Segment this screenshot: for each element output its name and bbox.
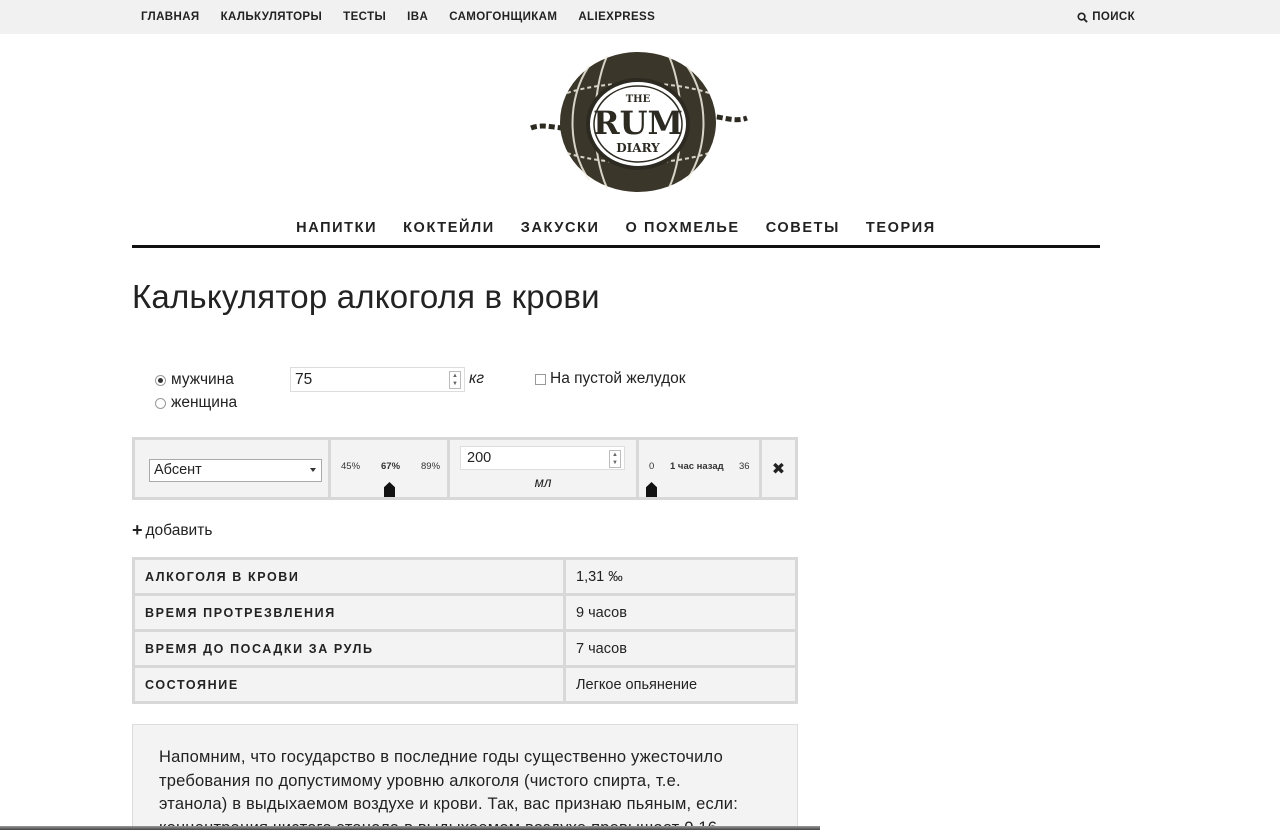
main-nav-drinks[interactable]: НАПИТКИ bbox=[296, 220, 377, 236]
main-nav: НАПИТКИ КОКТЕЙЛИ ЗАКУСКИ О ПОХМЕЛЬЕ СОВЕ… bbox=[132, 210, 1100, 248]
volume-stepper[interactable]: ▲ ▼ bbox=[609, 450, 621, 468]
site-logo[interactable]: THE RUM DIARY bbox=[527, 48, 749, 196]
table-row: ВРЕМЯ ДО ПОСАДКИ ЗА РУЛЬ 7 часов bbox=[132, 629, 798, 668]
chevron-down-icon bbox=[310, 468, 316, 472]
note-line: Напомним, что государство в последние го… bbox=[159, 748, 723, 766]
time-slider[interactable]: 0 1 час назад 36 bbox=[639, 440, 759, 497]
empty-stomach-label: На пустой желудок bbox=[550, 370, 686, 387]
main-nav-cocktails[interactable]: КОКТЕЙЛИ bbox=[403, 220, 495, 236]
search-button[interactable]: ПОИСК bbox=[1077, 0, 1135, 34]
time-tick-start: 0 bbox=[649, 461, 655, 472]
volume-input[interactable]: 200 ▲ ▼ bbox=[460, 446, 625, 470]
close-icon: ✖ bbox=[771, 460, 786, 478]
gender-female-radio[interactable] bbox=[155, 397, 166, 409]
plus-icon: + bbox=[132, 520, 143, 540]
top-nav-iba[interactable]: IBA bbox=[407, 11, 428, 23]
volume-unit: мл bbox=[534, 475, 552, 490]
time-tick-end: 36 bbox=[739, 461, 750, 472]
top-nav-calculators[interactable]: КАЛЬКУЛЯТОРЫ bbox=[221, 11, 323, 23]
remove-drink-cell: ✖ bbox=[762, 440, 795, 497]
logo-text-main: RUM bbox=[593, 104, 683, 142]
gender-female-option[interactable]: женщина bbox=[155, 394, 237, 412]
add-drink-button[interactable]: + добавить bbox=[132, 520, 212, 541]
volume-cell: 200 ▲ ▼ мл bbox=[450, 440, 636, 497]
table-row: СОСТОЯНИЕ Легкое опьянение bbox=[132, 665, 798, 704]
result-value: 1,31 ‰ bbox=[563, 557, 798, 596]
main-nav-hangover[interactable]: О ПОХМЕЛЬЕ bbox=[626, 220, 740, 236]
weight-stepper[interactable]: ▲ ▼ bbox=[449, 371, 461, 389]
empty-stomach-option[interactable]: На пустой желудок bbox=[535, 370, 686, 388]
table-row: ВРЕМЯ ПРОТРЕЗВЛЕНИЯ 9 часов bbox=[132, 593, 798, 632]
logo-text-bottom: DIARY bbox=[616, 141, 660, 155]
gender-male-option[interactable]: мужчина bbox=[155, 371, 234, 389]
drink-row: Абсент 45% 67% 89% 200 ▲ ▼ мл 0 1 час наз… bbox=[132, 437, 798, 500]
result-value: Легкое опьянение bbox=[563, 665, 798, 704]
top-nav: ГЛАВНАЯ КАЛЬКУЛЯТОРЫ ТЕСТЫ IBA САМОГОНЩИ… bbox=[141, 0, 676, 34]
time-tick-selected: 1 час назад bbox=[670, 461, 724, 472]
weight-value: 75 bbox=[295, 371, 313, 388]
drink-type-select[interactable]: Абсент bbox=[149, 459, 322, 482]
top-bar: ГЛАВНАЯ КАЛЬКУЛЯТОРЫ ТЕСТЫ IBA САМОГОНЩИ… bbox=[0, 0, 1280, 34]
drink-type-value: Абсент bbox=[154, 462, 202, 478]
info-note: Напомним, что государство в последние го… bbox=[132, 724, 798, 830]
result-value: 9 часов bbox=[563, 593, 798, 632]
top-nav-home[interactable]: ГЛАВНАЯ bbox=[141, 11, 200, 23]
gender-female-label: женщина bbox=[171, 394, 238, 411]
strength-tick-high: 89% bbox=[421, 461, 441, 472]
time-slider-handle[interactable] bbox=[646, 482, 657, 497]
strength-tick-selected: 67% bbox=[381, 461, 401, 472]
strength-slider-handle[interactable] bbox=[384, 482, 395, 497]
weight-unit: кг bbox=[469, 370, 484, 387]
table-row: АЛКОГОЛЯ В КРОВИ 1,31 ‰ bbox=[132, 557, 798, 596]
volume-value: 200 bbox=[467, 450, 492, 466]
strength-tick-low: 45% bbox=[341, 461, 361, 472]
top-nav-aliexpress[interactable]: ALIEXPRESS bbox=[578, 11, 655, 23]
drink-type-cell: Абсент bbox=[135, 440, 328, 497]
page-title: Калькулятор алкоголя в крови bbox=[132, 278, 600, 315]
note-line: этанола) в выдыхаемом воздухе и крови. Т… bbox=[159, 795, 738, 813]
empty-stomach-checkbox[interactable] bbox=[535, 373, 546, 385]
result-label: ВРЕМЯ ПРОТРЕЗВЛЕНИЯ bbox=[132, 593, 566, 632]
weight-input[interactable]: 75 ▲ ▼ bbox=[290, 367, 465, 392]
main-nav-snacks[interactable]: ЗАКУСКИ bbox=[521, 220, 600, 236]
result-label: АЛКОГОЛЯ В КРОВИ bbox=[132, 557, 566, 596]
result-label: ВРЕМЯ ДО ПОСАДКИ ЗА РУЛЬ bbox=[132, 629, 566, 668]
search-icon bbox=[1077, 11, 1088, 23]
top-nav-tests[interactable]: ТЕСТЫ bbox=[343, 11, 386, 23]
gender-male-radio[interactable] bbox=[155, 374, 166, 386]
top-nav-moonshiners[interactable]: САМОГОНЩИКАМ bbox=[449, 11, 557, 23]
main-nav-theory[interactable]: ТЕОРИЯ bbox=[866, 220, 936, 236]
taskbar-strip bbox=[0, 826, 820, 830]
remove-drink-button[interactable]: ✖ bbox=[762, 440, 795, 497]
add-drink-label: добавить bbox=[145, 521, 213, 539]
rum-diary-logo-icon: THE RUM DIARY bbox=[530, 52, 748, 192]
results-table: АЛКОГОЛЯ В КРОВИ 1,31 ‰ ВРЕМЯ ПРОТРЕЗВЛЕ… bbox=[132, 557, 798, 704]
result-label: СОСТОЯНИЕ bbox=[132, 665, 566, 704]
note-line: требования по допустимому уровню алкогол… bbox=[159, 771, 681, 790]
strength-slider[interactable]: 45% 67% 89% bbox=[331, 440, 447, 497]
result-value: 7 часов bbox=[563, 629, 798, 668]
main-nav-tips[interactable]: СОВЕТЫ bbox=[766, 220, 840, 236]
search-label: ПОИСК bbox=[1092, 11, 1135, 23]
gender-male-label: мужчина bbox=[171, 371, 234, 388]
